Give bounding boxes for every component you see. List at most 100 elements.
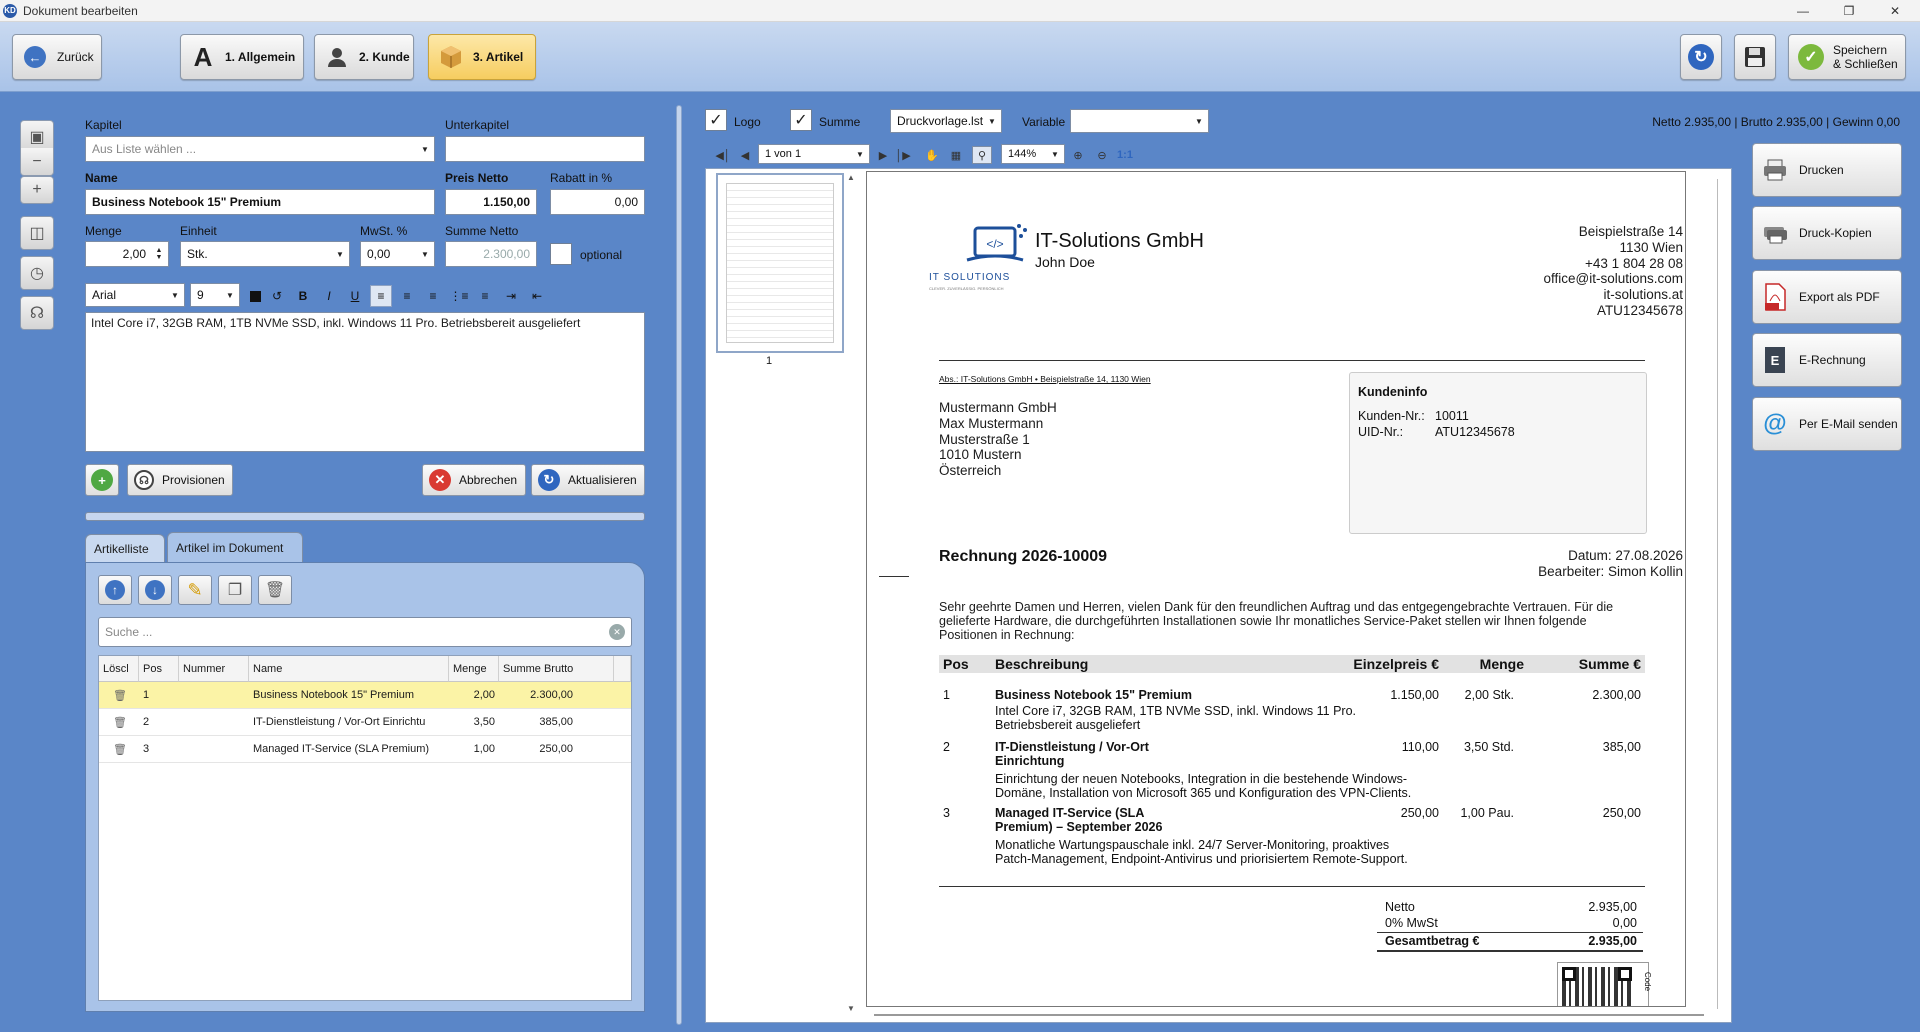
email-senden-button[interactable]: @ Per E-Mail senden bbox=[1752, 397, 1902, 451]
table-row[interactable]: 🗑 2 IT-Dienstleistung / Vor-Ort Einricht… bbox=[99, 709, 631, 736]
name-field[interactable]: Business Notebook 15" Premium bbox=[85, 189, 435, 215]
menge-stepper[interactable]: 2,00 ▲ ▼ bbox=[85, 241, 169, 267]
close-icon[interactable]: ✕ bbox=[1872, 0, 1918, 22]
col-header-pos[interactable]: Pos bbox=[139, 656, 179, 682]
zoom-tool-icon[interactable]: ⚲ bbox=[972, 146, 992, 164]
plus-icon[interactable]: + bbox=[20, 176, 54, 204]
align-left-icon[interactable]: ≡ bbox=[370, 285, 392, 307]
optional-checkbox[interactable] bbox=[550, 243, 572, 265]
druck-kopien-button[interactable]: Druck-Kopien bbox=[1752, 206, 1902, 260]
clock-icon[interactable]: ◷ bbox=[20, 256, 54, 290]
refresh-button[interactable]: ↻ bbox=[1680, 34, 1722, 80]
prev-page-icon[interactable]: ◀ bbox=[736, 146, 754, 164]
font-select[interactable]: Arial ▼ bbox=[85, 283, 185, 307]
step-allgemein-button[interactable]: A 1. Allgemein bbox=[180, 34, 304, 80]
name-label: Name bbox=[85, 171, 118, 185]
indent-icon[interactable]: ⇥ bbox=[500, 285, 522, 307]
unterkapitel-field[interactable] bbox=[445, 136, 645, 162]
select-tool-icon[interactable]: ▦ bbox=[946, 146, 966, 164]
maximize-icon[interactable]: ❐ bbox=[1826, 0, 1872, 22]
align-center-icon[interactable]: ≡ bbox=[396, 285, 418, 307]
italic-icon[interactable]: I bbox=[318, 285, 340, 307]
col-header-menge[interactable]: Menge bbox=[449, 656, 499, 682]
logo-checkbox[interactable]: ✓ bbox=[705, 109, 727, 131]
thumb-scrollbar[interactable]: ▲ ▼ bbox=[846, 173, 856, 1013]
align-right-icon[interactable]: ≡ bbox=[422, 285, 444, 307]
undo-icon[interactable]: ↺ bbox=[266, 285, 288, 307]
page-scrollbar-vertical[interactable] bbox=[1717, 179, 1725, 1009]
minus-icon[interactable]: − bbox=[20, 148, 54, 176]
zoom-out-icon[interactable]: ⊖ bbox=[1092, 146, 1112, 164]
copy-button[interactable]: ❐ bbox=[218, 575, 252, 605]
drucken-button[interactable]: Drucken bbox=[1752, 143, 1902, 197]
rabatt-field[interactable]: 0,00 bbox=[550, 189, 645, 215]
numbered-list-icon[interactable]: ≡ bbox=[474, 285, 496, 307]
clear-search-icon[interactable]: ✕ bbox=[609, 624, 625, 640]
zoom-reset-button[interactable]: 1:1 bbox=[1114, 146, 1136, 164]
page-scrollbar-horizontal[interactable] bbox=[874, 1014, 1704, 1016]
first-page-icon[interactable]: ◀│ bbox=[714, 146, 732, 164]
horizontal-splitter[interactable] bbox=[85, 512, 645, 521]
outdent-icon[interactable]: ⇤ bbox=[526, 285, 548, 307]
zoom-select[interactable]: 144% ▼ bbox=[1001, 144, 1065, 164]
delete-button[interactable]: 🗑 bbox=[258, 575, 292, 605]
step-kunde-button[interactable]: 2. Kunde bbox=[314, 34, 414, 80]
save-close-button[interactable]: ✓ Speichern & Schließen bbox=[1788, 34, 1906, 80]
trash-icon[interactable]: 🗑 bbox=[113, 743, 127, 756]
mwst-select[interactable]: 0,00 ▼ bbox=[360, 241, 435, 267]
bullet-list-icon[interactable]: ⋮≡ bbox=[448, 285, 470, 307]
table-row[interactable]: 🗑 1 Business Notebook 15" Premium 2,00 2… bbox=[99, 682, 631, 709]
kapitel-select[interactable]: Aus Liste wählen ... ▼ bbox=[85, 136, 435, 162]
headset-icon[interactable]: ☊ bbox=[20, 296, 54, 330]
einheit-select[interactable]: Stk. ▼ bbox=[180, 241, 350, 267]
col-header-summe-brutto[interactable]: Summe Brutto bbox=[499, 656, 614, 682]
save-button[interactable] bbox=[1734, 34, 1776, 80]
minimize-icon[interactable]: — bbox=[1780, 0, 1826, 22]
bold-icon[interactable]: B bbox=[292, 285, 314, 307]
col-header-loeschen[interactable]: Löscl bbox=[99, 656, 139, 682]
trash-icon[interactable]: 🗑 bbox=[113, 716, 127, 729]
arrow-up-icon: ↑ bbox=[105, 580, 125, 600]
move-up-button[interactable]: ↑ bbox=[98, 575, 132, 605]
zoom-in-icon[interactable]: ⊕ bbox=[1068, 146, 1088, 164]
next-page-icon[interactable]: ▶ bbox=[874, 146, 892, 164]
edit-button[interactable]: ✎ bbox=[178, 575, 212, 605]
back-button[interactable]: ← Zurück bbox=[12, 34, 102, 80]
add-button[interactable]: + bbox=[85, 464, 119, 496]
page-thumbnail[interactable] bbox=[716, 173, 844, 353]
page-select[interactable]: 1 von 1 ▼ bbox=[758, 144, 870, 164]
summe-checkbox[interactable]: ✓ bbox=[790, 109, 812, 131]
text-color-icon[interactable] bbox=[244, 285, 266, 307]
description-editor[interactable]: Intel Core i7, 32GB RAM, 1TB NVMe SSD, i… bbox=[85, 312, 645, 452]
svg-text:</>: </> bbox=[986, 237, 1003, 251]
last-page-icon[interactable]: │▶ bbox=[894, 146, 912, 164]
invoice-totals: Netto 2.935,00 0% MwSt 0,00 Gesamtbetrag… bbox=[1377, 900, 1647, 960]
col-header-filler bbox=[614, 656, 631, 682]
preis-label: Preis Netto bbox=[445, 171, 509, 185]
stepper-arrows-icon[interactable]: ▲ ▼ bbox=[150, 242, 168, 266]
preis-field[interactable]: 1.150,00 bbox=[445, 189, 537, 215]
camera-icon[interactable]: ◫ bbox=[20, 216, 54, 250]
svg-text:E: E bbox=[1771, 353, 1780, 368]
export-pdf-button[interactable]: Export als PDF bbox=[1752, 270, 1902, 324]
e-rechnung-button[interactable]: E E-Rechnung bbox=[1752, 333, 1902, 387]
col-header-name[interactable]: Name bbox=[249, 656, 449, 682]
search-input[interactable]: Suche ... ✕ bbox=[98, 617, 632, 647]
col-header-nummer[interactable]: Nummer bbox=[179, 656, 249, 682]
template-select[interactable]: Druckvorlage.lst ▼ bbox=[890, 109, 1002, 133]
step-artikel-button[interactable]: 3. Artikel bbox=[428, 34, 536, 80]
fontsize-select[interactable]: 9 ▼ bbox=[190, 283, 240, 307]
move-down-button[interactable]: ↓ bbox=[138, 575, 172, 605]
trash-icon[interactable]: 🗑 bbox=[113, 689, 127, 702]
vertical-splitter[interactable] bbox=[676, 105, 682, 1025]
aktualisieren-button[interactable]: ↻ Aktualisieren bbox=[531, 464, 645, 496]
provisionen-button[interactable]: ☊ Provisionen bbox=[127, 464, 233, 496]
abbrechen-button[interactable]: ✕ Abbrechen bbox=[422, 464, 526, 496]
chevron-down-icon: ▼ bbox=[171, 290, 179, 300]
table-row[interactable]: 🗑 3 Managed IT-Service (SLA Premium) 1,0… bbox=[99, 736, 631, 763]
tab-artikel-im-dokument[interactable]: Artikel im Dokument bbox=[167, 532, 303, 562]
underline-icon[interactable]: U bbox=[344, 285, 366, 307]
hand-tool-icon[interactable]: ✋ bbox=[922, 146, 942, 164]
variable-select[interactable]: ▼ bbox=[1070, 109, 1209, 133]
tab-artikelliste[interactable]: Artikelliste bbox=[85, 534, 165, 562]
